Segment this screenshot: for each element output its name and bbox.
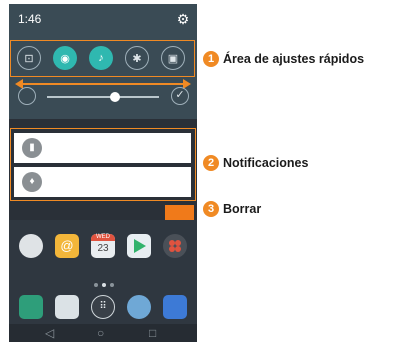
sound-icon[interactable]: ♪: [89, 46, 113, 70]
brightness-icon: [18, 87, 36, 105]
nfc-icon[interactable]: ▣: [161, 46, 185, 70]
status-time: 1:46: [18, 12, 42, 26]
notification-item-2[interactable]: ♦: [14, 167, 191, 197]
notifications-area: ▮ ♦: [10, 128, 196, 201]
callout-label: Área de ajustes rápidos: [223, 52, 365, 66]
page-indicator: [110, 283, 114, 287]
callout-notifications: 2 Notificaciones: [203, 155, 308, 171]
home-icon[interactable]: ○: [97, 326, 104, 340]
bulb-icon: ♦: [22, 172, 42, 192]
navigation-bar: ◁ ○ □: [9, 324, 197, 342]
play-store-app-icon[interactable]: [127, 234, 151, 258]
brightness-row: ✓: [9, 84, 197, 108]
messages-app-icon[interactable]: [55, 295, 79, 319]
page-indicator: [94, 283, 98, 287]
email-app-icon[interactable]: @: [55, 234, 79, 258]
contacts-app-icon[interactable]: [19, 234, 43, 258]
brightness-slider-knob[interactable]: [110, 92, 120, 102]
phone-app-icon[interactable]: [19, 295, 43, 319]
callout-clear: 3 Borrar: [203, 201, 261, 217]
calendar-day: 23: [97, 243, 109, 254]
auto-brightness-check-icon[interactable]: ✓: [171, 87, 189, 105]
recents-icon[interactable]: □: [149, 326, 156, 340]
bluetooth-icon[interactable]: ✱: [125, 46, 149, 70]
notification-item-1[interactable]: ▮: [14, 133, 191, 163]
page-indicator-active: [102, 283, 106, 287]
app-drawer-icon[interactable]: ⠿: [91, 295, 115, 319]
callout-number: 1: [203, 51, 219, 67]
screen-capture-icon[interactable]: ⊡: [17, 46, 41, 70]
brightness-slider[interactable]: [47, 96, 159, 98]
callout-label: Borrar: [223, 202, 262, 216]
apps-folder-icon[interactable]: [163, 234, 187, 258]
callout-number: 2: [203, 155, 219, 171]
back-icon[interactable]: ◁: [45, 326, 54, 340]
wifi-icon[interactable]: ◉: [53, 46, 77, 70]
phone-screen: 1:46 ⚙ ⊡ ◉ ♪ ✱ ▣ ✓ ▮ ♦ @ WED 23 ⠿ ◁ ○ □: [9, 4, 197, 342]
browser-app-icon[interactable]: [127, 295, 151, 319]
callout-label: Notificaciones: [223, 156, 309, 170]
callout-number: 3: [203, 201, 219, 217]
gear-icon[interactable]: ⚙: [176, 12, 190, 26]
clear-button[interactable]: [165, 205, 194, 220]
status-bar: 1:46 ⚙: [9, 4, 197, 36]
quick-settings-area: ⊡ ◉ ♪ ✱ ▣: [10, 40, 195, 77]
calendar-app-icon[interactable]: WED 23: [91, 234, 115, 258]
battery-icon: ▮: [22, 138, 42, 158]
notification-shade: 1:46 ⚙ ⊡ ◉ ♪ ✱ ▣ ✓: [9, 4, 197, 119]
camera-app-icon[interactable]: [163, 295, 187, 319]
callout-quick-settings: 1 Área de ajustes rápidos: [203, 51, 364, 67]
calendar-month: WED: [91, 234, 115, 241]
